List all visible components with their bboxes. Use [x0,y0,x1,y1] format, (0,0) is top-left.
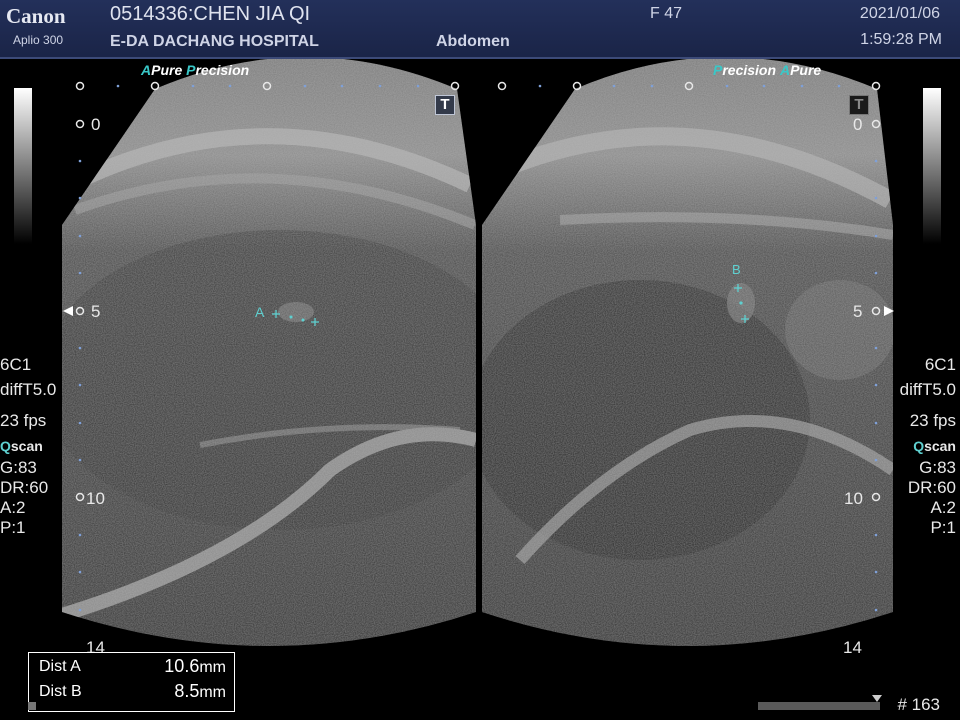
right-probe: 6C1 [924,355,956,374]
dist-b-label: Dist B [39,683,82,700]
dist-a-value: 10.6mm [164,656,226,676]
frame-number: # 163 [897,695,940,714]
device-model: Aplio 300 [13,33,64,47]
left-grayscale-bar [14,88,32,244]
right-t-marker-icon[interactable]: T [849,95,869,115]
right-a: A:2 [930,498,956,517]
dist-a-label: Dist A [39,658,81,675]
right-gain: G:83 [919,458,956,477]
ultrasound-screen: Canon Aplio 300 0514336:CHEN JIA QI E-DA… [0,0,960,720]
left-depth-0: 0 [91,115,101,134]
left-qscan: Qscan [0,438,43,454]
exam-time: 1:59:28 PM [860,31,942,48]
left-p: P:1 [0,518,26,537]
measurement-panel: Dist A 10.6mm Dist B 8.5mm [28,652,235,712]
right-p: P:1 [930,518,956,537]
right-depth-0: 0 [853,115,863,134]
hospital-name: E-DA DACHANG HOSPITAL [110,33,319,50]
left-depth-10: 10 [86,489,105,508]
dist-b-value: 8.5mm [174,681,226,701]
right-grayscale-bar [923,88,941,244]
left-probe: 6C1 [0,355,32,374]
exam-type: Abdomen [436,33,510,50]
left-fps: 23 fps [0,411,47,430]
caliper-b-label: B [732,262,741,277]
left-t-marker-icon[interactable]: T [435,95,455,115]
left-ultrasound-image [62,59,476,646]
left-mode-tag: APure Precision [141,62,250,78]
right-depth-14: 14 [843,638,862,657]
right-mode: diffT5.0 [899,380,956,399]
brand-logo: Canon [6,4,66,28]
patient-id-name: 0514336:CHEN JIA QI [110,3,311,25]
cine-frame-bar[interactable] [758,702,880,710]
right-depth-10: 10 [844,489,863,508]
left-a: A:2 [0,498,26,517]
left-gain: G:83 [0,458,37,477]
cine-position-marker-icon [872,695,882,702]
right-ultrasound-image [482,59,893,646]
exam-date: 2021/01/06 [859,5,940,22]
right-dr: DR:60 [907,478,956,497]
right-mode-tag: Precision APure [713,62,822,78]
right-depth-5: 5 [853,302,863,321]
caliper-a-label: A [255,304,265,320]
header-bar: Canon Aplio 300 0514336:CHEN JIA QI E-DA… [0,0,960,59]
left-dr: DR:60 [0,478,49,497]
right-fps: 23 fps [909,411,956,430]
patient-sex-age: F 47 [650,5,683,22]
left-mode: diffT5.0 [0,380,57,399]
ultrasound-images [62,59,894,646]
right-qscan: Qscan [913,438,956,454]
panel-corner-marker [28,702,36,710]
left-depth-5: 5 [91,302,101,321]
